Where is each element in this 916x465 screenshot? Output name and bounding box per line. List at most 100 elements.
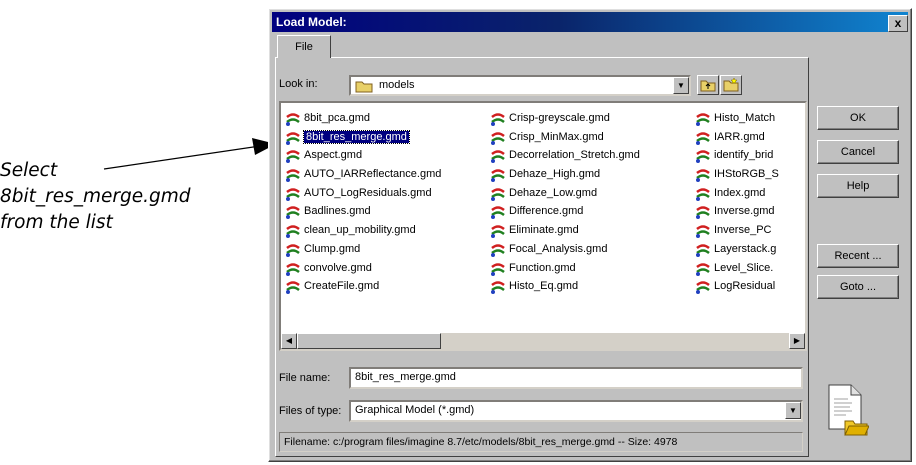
ok-button[interactable]: OK (817, 106, 899, 130)
file-name-text: clean_up_mobility.gmd (304, 224, 416, 237)
file-name-text: IARR.gmd (714, 130, 765, 143)
goto-button[interactable]: Goto ... (817, 275, 899, 299)
file-name-text: AUTO_IARReflectance.gmd (304, 168, 442, 181)
file-name-text: Crisp_MinMax.gmd (509, 130, 604, 143)
scroll-thumb[interactable] (297, 333, 441, 349)
files-of-type-label: Files of type: (279, 405, 342, 417)
chevron-right-icon: ▶ (793, 336, 801, 345)
model-file-icon (696, 188, 710, 201)
file-name-text: Eliminate.gmd (509, 224, 579, 237)
model-file-icon (286, 169, 300, 183)
file-list-item[interactable]: Histo_Match (694, 109, 779, 128)
file-list-item[interactable]: Eliminate.gmd (489, 221, 640, 240)
file-list-item[interactable]: 8bit_pca.gmd (284, 109, 441, 128)
files-of-type-dropdown-button[interactable]: ▼ (785, 402, 801, 419)
file-name-text: Crisp-greyscale.gmd (509, 112, 610, 124)
file-list-item[interactable]: Crisp_MinMax.gmd (489, 128, 640, 147)
model-file-icon (696, 150, 710, 164)
help-button[interactable]: Help (817, 174, 899, 198)
file-list-item[interactable]: AUTO_IARReflectance.gmd (284, 165, 441, 184)
file-list-item[interactable]: Dehaze_High.gmd (489, 165, 640, 184)
model-file-icon (491, 131, 505, 145)
scroll-right-button[interactable]: ▶ (789, 333, 805, 349)
up-folder-icon (700, 80, 716, 92)
scroll-left-button[interactable]: ◀ (281, 333, 297, 349)
file-column: 8bit_pca.gmd 8bit_res_merge.gmd Aspect.gmd… (284, 109, 441, 296)
model-file-icon (696, 225, 710, 239)
file-list-item[interactable]: IARR.gmd (694, 128, 779, 147)
file-list-item[interactable]: Focal_Analysis.gmd (489, 240, 640, 259)
look-in-combo[interactable]: models ▼ (349, 75, 691, 96)
tab-file[interactable]: File (277, 35, 331, 58)
file-list-item[interactable]: Function.gmd (489, 259, 640, 278)
file-list-item[interactable]: Aspect.gmd (284, 146, 441, 165)
file-list-item[interactable]: CreateFile.gmd (284, 277, 441, 296)
files-of-type-value: Graphical Model (*.gmd) (355, 404, 475, 416)
dialog-titlebar[interactable]: Load Model: (272, 12, 908, 32)
file-list-item[interactable]: Clump.gmd (284, 240, 441, 259)
model-file-icon (286, 113, 300, 126)
model-file-icon (696, 281, 710, 295)
model-file-icon (696, 244, 710, 257)
model-file-icon (491, 281, 505, 295)
file-list-item[interactable]: convolve.gmd (284, 259, 441, 278)
file-name-text: CreateFile.gmd (304, 280, 380, 293)
file-name-text: Focal_Analysis.gmd (509, 242, 608, 255)
dialog-title: Load Model: (276, 15, 347, 29)
file-list-item[interactable]: IHStoRGB_S (694, 165, 779, 184)
file-list-item[interactable]: Histo_Eq.gmd (489, 277, 640, 296)
file-list-item[interactable]: identify_brid (694, 146, 779, 165)
file-name-text: AUTO_LogResiduals.gmd (304, 186, 432, 199)
model-file-icon (286, 150, 300, 164)
file-list-item[interactable]: Badlines.gmd (284, 202, 441, 221)
model-file-icon (696, 113, 710, 126)
file-list-item[interactable]: Crisp-greyscale.gmd (489, 109, 640, 128)
file-name-text: Dehaze_Low.gmd (509, 186, 598, 199)
chevron-down-icon: ▼ (677, 81, 685, 90)
look-in-label: Look in: (279, 78, 318, 90)
file-name-text: 8bit_res_merge.gmd (303, 129, 410, 144)
file-name-text: LogResidual (714, 280, 776, 293)
file-list[interactable]: 8bit_pca.gmd 8bit_res_merge.gmd Aspect.gmd… (279, 101, 807, 351)
file-column: Histo_Match IARR.gmd identify_brid IHStoRGB… (694, 109, 779, 296)
file-list-item[interactable]: AUTO_LogResiduals.gmd (284, 184, 441, 203)
look-in-dropdown-button[interactable]: ▼ (673, 77, 689, 94)
file-list-item[interactable]: Inverse_PC (694, 221, 779, 240)
horizontal-scrollbar[interactable]: ◀ ▶ (281, 333, 805, 349)
file-name-text: IHStoRGB_S (714, 168, 779, 181)
file-name-value: 8bit_res_merge.gmd (355, 371, 456, 383)
model-file-icon (286, 244, 300, 257)
file-list-item[interactable]: Decorrelation_Stretch.gmd (489, 146, 640, 165)
file-list-item[interactable]: Difference.gmd (489, 202, 640, 221)
model-file-icon (286, 206, 300, 220)
file-list-item[interactable]: Index.gmd (694, 184, 779, 203)
file-list-item[interactable]: Inverse.gmd (694, 202, 779, 221)
file-list-item[interactable]: clean_up_mobility.gmd (284, 221, 441, 240)
folder-icon (355, 81, 373, 93)
model-file-icon (696, 131, 710, 145)
look-in-value: models (379, 79, 415, 91)
close-button[interactable]: x (888, 15, 908, 32)
file-name-text: Histo_Match (714, 112, 776, 124)
new-folder-icon (723, 77, 739, 92)
model-file-icon (491, 244, 505, 257)
file-column: Crisp-greyscale.gmd Crisp_MinMax.gmd Decor… (489, 109, 640, 296)
model-file-icon (286, 131, 300, 145)
recent-button[interactable]: Recent ... (817, 244, 899, 268)
file-list-item[interactable]: LogResidual (694, 277, 779, 296)
file-list-item[interactable]: 8bit_res_merge.gmd (284, 128, 441, 147)
file-list-item[interactable]: Dehaze_Low.gmd (489, 184, 640, 203)
chevron-down-icon: ▼ (789, 406, 797, 415)
files-of-type-select[interactable]: Graphical Model (*.gmd) ▼ (349, 400, 803, 422)
file-name-field[interactable]: 8bit_res_merge.gmd (349, 367, 803, 389)
up-folder-button[interactable] (697, 75, 719, 95)
file-list-item[interactable]: Layerstack.g (694, 240, 779, 259)
model-file-icon (491, 150, 505, 164)
model-file-icon (491, 206, 505, 220)
file-name-text: Level_Slice. (714, 261, 774, 274)
new-folder-button[interactable] (720, 75, 742, 95)
file-list-item[interactable]: Level_Slice. (694, 259, 779, 278)
file-name-text: Decorrelation_Stretch.gmd (509, 149, 640, 162)
model-file-icon (491, 169, 505, 183)
cancel-button[interactable]: Cancel (817, 140, 899, 164)
